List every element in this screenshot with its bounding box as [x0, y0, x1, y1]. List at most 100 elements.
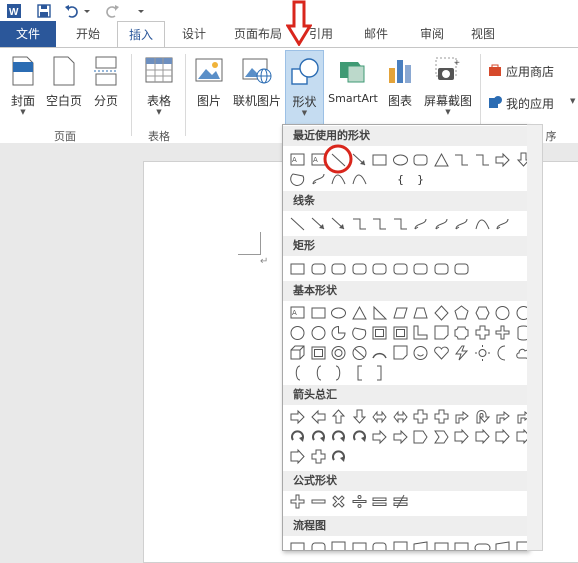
rrect-shape[interactable] — [412, 260, 429, 277]
circ-shape[interactable] — [494, 304, 511, 321]
doc-shape[interactable] — [392, 539, 409, 551]
pent-shape[interactable] — [453, 304, 470, 321]
bkr-shape[interactable] — [371, 364, 388, 381]
frame-shape[interactable] — [371, 324, 388, 341]
curve-shape[interactable] — [351, 170, 368, 187]
rarrow-shape[interactable] — [494, 151, 511, 168]
donut-shape[interactable] — [330, 344, 347, 361]
rect-shape[interactable] — [289, 260, 306, 277]
pictures-button[interactable]: 图片 — [191, 54, 227, 118]
rarrow-shape[interactable] — [371, 428, 388, 445]
minus-shape[interactable] — [310, 493, 327, 510]
rect-shape[interactable] — [371, 151, 388, 168]
circ-shape[interactable] — [289, 324, 306, 341]
tab-home[interactable]: 开始 — [66, 21, 110, 47]
brace-open-shape[interactable]: { — [397, 173, 404, 186]
rtri-shape[interactable] — [371, 304, 388, 321]
cover-page-button[interactable]: 封面 ▼ — [6, 54, 40, 118]
squig-shape[interactable] — [433, 215, 450, 232]
brr-shape[interactable] — [330, 364, 347, 381]
larrow-shape[interactable] — [310, 408, 327, 425]
rarrow-shape[interactable] — [289, 408, 306, 425]
bkl-shape[interactable] — [351, 364, 368, 381]
cube-shape[interactable] — [289, 344, 306, 361]
arrowline-shape[interactable] — [330, 215, 347, 232]
screenshot-button[interactable]: + 屏幕截图 ▼ — [420, 54, 476, 118]
bentArrow-shape[interactable] — [494, 408, 511, 425]
line-shape[interactable] — [289, 215, 306, 232]
callout-shape[interactable] — [474, 428, 491, 445]
chord-shape[interactable] — [351, 324, 368, 341]
callout-shape[interactable] — [453, 428, 470, 445]
circArrow-shape[interactable] — [330, 428, 347, 445]
page-break-button[interactable]: 分页 — [88, 54, 124, 118]
bolt-shape[interactable] — [453, 344, 470, 361]
brl-shape[interactable] — [289, 364, 306, 381]
cross-shape[interactable] — [310, 448, 327, 465]
rrect-shape[interactable] — [433, 260, 450, 277]
arrowline-shape[interactable] — [310, 215, 327, 232]
uarrow-shape[interactable] — [330, 408, 347, 425]
chevron-shape[interactable] — [433, 428, 450, 445]
redo-icon[interactable] — [104, 3, 120, 19]
rect-shape[interactable] — [453, 539, 470, 551]
heart-shape[interactable] — [433, 344, 450, 361]
callout-shape[interactable] — [289, 448, 306, 465]
rrect-shape[interactable] — [310, 260, 327, 277]
process-shape[interactable] — [433, 539, 450, 551]
mult-shape[interactable] — [330, 493, 347, 510]
undo-dropdown-icon[interactable] — [82, 3, 92, 19]
customize-icon[interactable] — [136, 3, 146, 19]
lrarrow-shape[interactable] — [392, 408, 409, 425]
undo-icon[interactable] — [64, 3, 80, 19]
oval-shape[interactable] — [392, 151, 409, 168]
arc-shape[interactable] — [371, 344, 388, 361]
table-button[interactable]: 表格 ▼ — [139, 54, 179, 118]
bentArrow-shape[interactable] — [453, 408, 470, 425]
tab-design[interactable]: 设计 — [172, 21, 216, 47]
darrow-shape[interactable] — [351, 408, 368, 425]
rrect-shape[interactable] — [371, 539, 388, 551]
rrect-shape[interactable] — [310, 539, 327, 551]
rrect-shape[interactable] — [351, 260, 368, 277]
circArrow-shape[interactable] — [351, 428, 368, 445]
chord-shape[interactable] — [289, 170, 306, 187]
tab-view[interactable]: 视图 — [463, 21, 503, 47]
manual-shape[interactable] — [494, 539, 511, 551]
smartart-button[interactable]: SmartArt — [326, 54, 380, 118]
shapes-button[interactable]: 形状 ▼ — [285, 50, 324, 126]
blank-page-button[interactable]: 空白页 — [44, 54, 84, 118]
plaque-shape[interactable] — [453, 324, 470, 341]
circArrow-shape[interactable] — [330, 448, 347, 465]
gallery-scrollbar[interactable] — [527, 124, 543, 551]
arrowline-shape[interactable] — [351, 151, 368, 168]
uturn-shape[interactable] — [474, 408, 491, 425]
plus-shape[interactable] — [494, 324, 511, 341]
squig-shape[interactable] — [494, 215, 511, 232]
elbow-shape[interactable] — [371, 215, 388, 232]
para-shape[interactable] — [392, 304, 409, 321]
save-icon[interactable] — [36, 3, 52, 19]
trap-shape[interactable] — [412, 304, 429, 321]
eq-shape[interactable] — [371, 493, 388, 510]
fold-shape[interactable] — [433, 324, 450, 341]
tab-mailings[interactable]: 邮件 — [356, 21, 396, 47]
manual-shape[interactable] — [412, 539, 429, 551]
lshape-shape[interactable] — [412, 324, 429, 341]
app-store-button[interactable]: 应用商店 — [486, 62, 576, 82]
squig-shape[interactable] — [453, 215, 470, 232]
tab-file[interactable]: 文件 — [0, 21, 56, 47]
cross-shape[interactable] — [433, 408, 450, 425]
my-apps-button[interactable]: 我的应用 ▼ — [486, 94, 578, 114]
squig-shape[interactable] — [412, 215, 429, 232]
rect-shape[interactable] — [310, 304, 327, 321]
noSym-shape[interactable] — [351, 344, 368, 361]
elbow-shape[interactable] — [453, 151, 470, 168]
rrect-shape[interactable] — [453, 260, 470, 277]
rrect-shape[interactable] — [371, 260, 388, 277]
text-shape[interactable]: A — [289, 151, 306, 168]
curve-shape[interactable] — [474, 215, 491, 232]
rarrow-shape[interactable] — [392, 428, 409, 445]
process-shape[interactable] — [289, 539, 306, 551]
rrect-shape[interactable] — [392, 260, 409, 277]
